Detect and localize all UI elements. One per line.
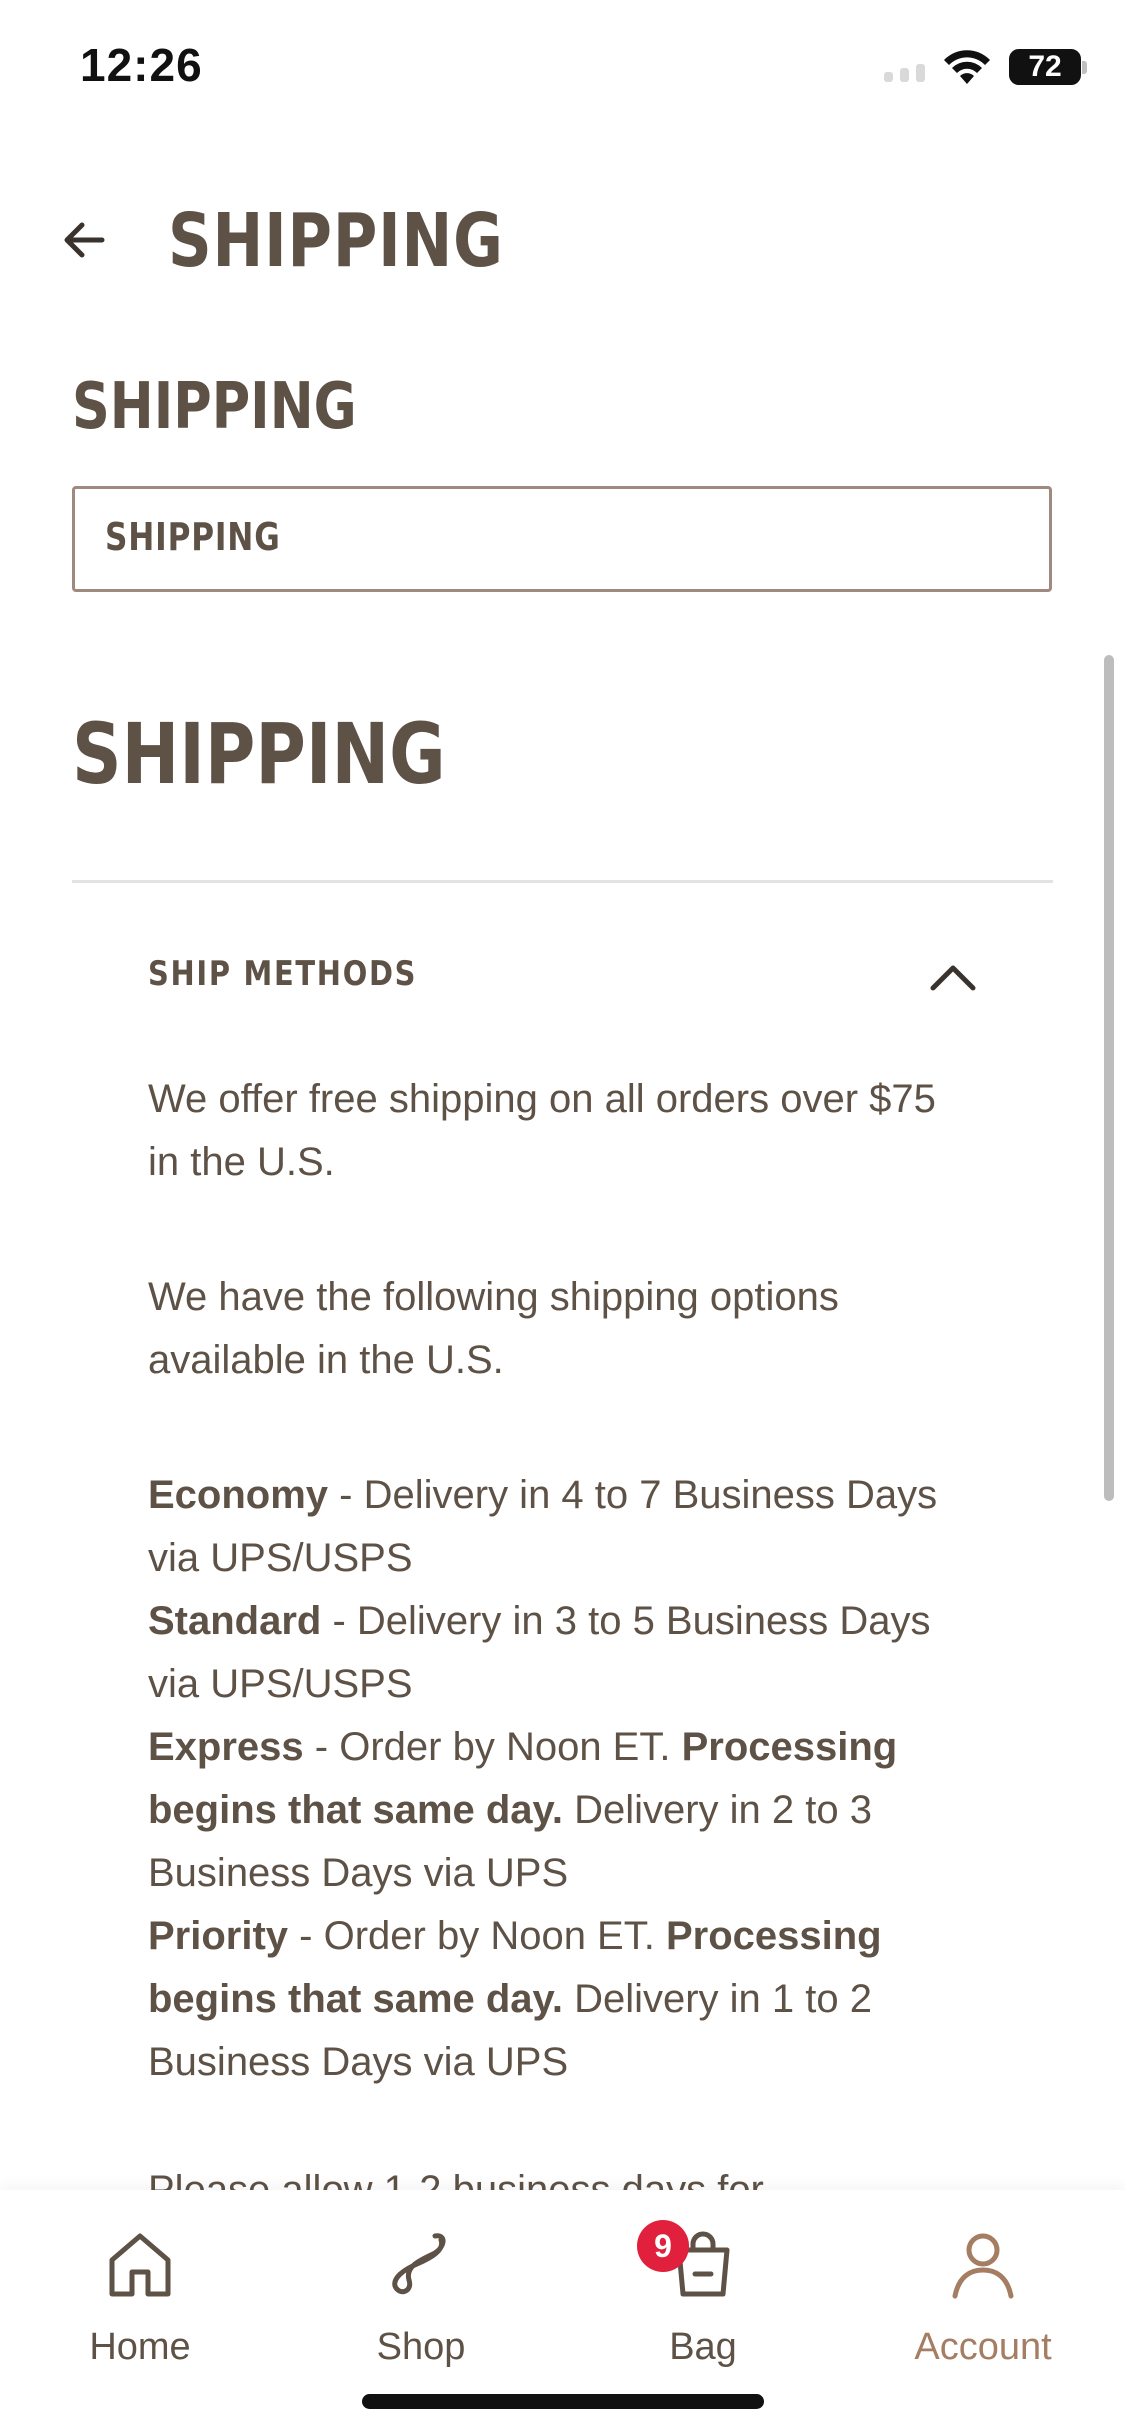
status-time: 12:26 <box>80 39 203 91</box>
accordion-content: We offer free shipping on all orders ove… <box>148 1068 978 2094</box>
shop-icon <box>392 2233 446 2295</box>
home-icon <box>109 2233 171 2297</box>
shipping-option-express: Express - Order by Noon ET. Processing b… <box>148 1725 898 1895</box>
status-bar: 12:26 72 <box>0 0 1125 140</box>
ship-methods-accordion-header[interactable]: SHIP METHODS <box>148 948 978 1008</box>
tab-shop-label: Shop <box>376 2326 466 2368</box>
bag-count-badge: 9 <box>637 2220 689 2272</box>
account-icon <box>952 2233 1014 2299</box>
tab-home[interactable]: Home <box>30 2226 250 2368</box>
shipping-option-standard: Standard - Delivery in 3 to 5 Business D… <box>148 1599 931 1706</box>
status-icons: 72 <box>884 48 1087 86</box>
tab-bag-label: Bag <box>669 2326 737 2368</box>
topic-selector[interactable]: SHIPPING <box>72 486 1052 592</box>
home-indicator[interactable] <box>362 2394 764 2409</box>
tab-bag[interactable]: 9 Bag <box>593 2220 813 2368</box>
battery-level: 72 <box>1028 50 1062 83</box>
accordion-title: SHIP METHODS <box>148 954 418 994</box>
scrollbar[interactable] <box>1104 655 1114 1501</box>
shipping-option-economy: Economy - Delivery in 4 to 7 Business Da… <box>148 1473 938 1580</box>
topic-selector-value: SHIPPING <box>105 515 281 559</box>
page-header: SHIPPING <box>0 190 1125 290</box>
shipping-option-priority: Priority - Order by Noon ET. Processing … <box>148 1914 882 2084</box>
tab-account[interactable]: Account <box>873 2226 1093 2368</box>
back-arrow-icon[interactable] <box>58 214 110 266</box>
cellular-signal-icon <box>884 52 925 82</box>
tab-home-label: Home <box>89 2326 191 2368</box>
chevron-up-icon[interactable] <box>928 956 978 996</box>
free-shipping-text: We offer free shipping on all orders ove… <box>148 1077 936 1184</box>
options-intro-text: We have the following shipping options a… <box>148 1275 839 1382</box>
tab-account-label: Account <box>914 2326 1052 2368</box>
content-heading: SHIPPING <box>72 705 446 803</box>
divider <box>72 880 1053 883</box>
battery-icon: 72 <box>1009 49 1087 85</box>
tab-shop[interactable]: Shop <box>311 2226 531 2368</box>
section-title: SHIPPING <box>72 370 357 444</box>
wifi-icon <box>944 50 990 84</box>
page-title: SHIPPING <box>168 198 504 284</box>
